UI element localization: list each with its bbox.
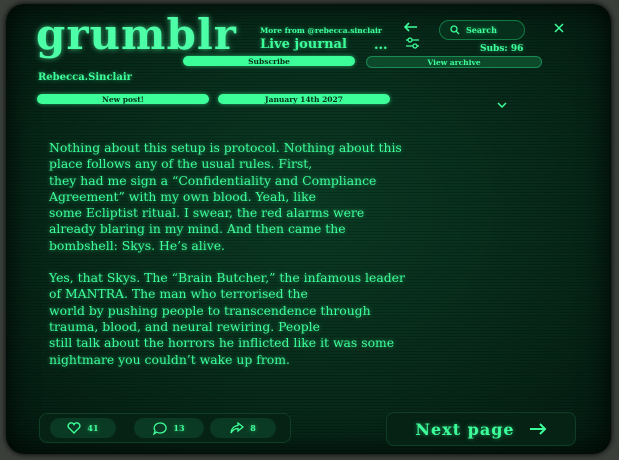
arrow-right-icon bbox=[529, 423, 547, 435]
search-label: Search bbox=[466, 25, 497, 35]
share-button[interactable]: 8 bbox=[210, 418, 276, 438]
post-actions: 41 13 8 bbox=[39, 413, 291, 443]
sliders-icon bbox=[405, 37, 419, 49]
next-page-button[interactable]: Next page bbox=[386, 412, 576, 446]
comment-icon bbox=[153, 421, 168, 435]
filters-button[interactable] bbox=[405, 36, 419, 50]
device-frame: grumblr More from @rebecca.sinclair Live… bbox=[0, 0, 619, 460]
comment-button[interactable]: 13 bbox=[134, 418, 204, 438]
like-button[interactable]: 41 bbox=[50, 418, 116, 438]
heart-icon bbox=[67, 422, 81, 434]
subscribe-button[interactable]: Subscribe bbox=[183, 56, 355, 66]
expand-button[interactable] bbox=[497, 94, 507, 113]
more-from-link[interactable]: More from @rebecca.sinclair bbox=[260, 26, 382, 35]
next-page-label: Next page bbox=[415, 419, 515, 439]
close-button[interactable] bbox=[552, 21, 566, 35]
search-icon bbox=[450, 25, 460, 35]
arrow-left-icon bbox=[404, 22, 417, 32]
back-button[interactable] bbox=[403, 20, 419, 34]
post-author[interactable]: Rebecca.Sinclair bbox=[38, 72, 132, 83]
post-date: January 14th 2027 bbox=[218, 94, 390, 104]
share-icon bbox=[230, 422, 245, 434]
subscriber-count: Subs: 96 bbox=[480, 44, 524, 54]
chevron-down-icon bbox=[497, 102, 507, 109]
like-count: 41 bbox=[87, 423, 99, 433]
app-logo[interactable]: grumblr bbox=[36, 10, 237, 59]
post-body: Nothing about this setup is protocol. No… bbox=[49, 140, 469, 384]
post-paragraph: Nothing about this setup is protocol. No… bbox=[49, 140, 402, 253]
journal-title: Live journal bbox=[260, 37, 347, 52]
view-archive-button[interactable]: View archive bbox=[366, 56, 542, 68]
more-menu-button[interactable]: ... bbox=[374, 38, 388, 53]
close-icon bbox=[554, 23, 564, 33]
post-paragraph: Yes, that Skys. The “Brain Butcher,” the… bbox=[49, 270, 405, 367]
comment-count: 13 bbox=[173, 423, 185, 433]
crt-screen: grumblr More from @rebecca.sinclair Live… bbox=[6, 4, 611, 454]
search-input[interactable]: Search bbox=[439, 20, 525, 40]
share-count: 8 bbox=[250, 423, 256, 433]
new-post-badge: New post! bbox=[37, 94, 209, 104]
